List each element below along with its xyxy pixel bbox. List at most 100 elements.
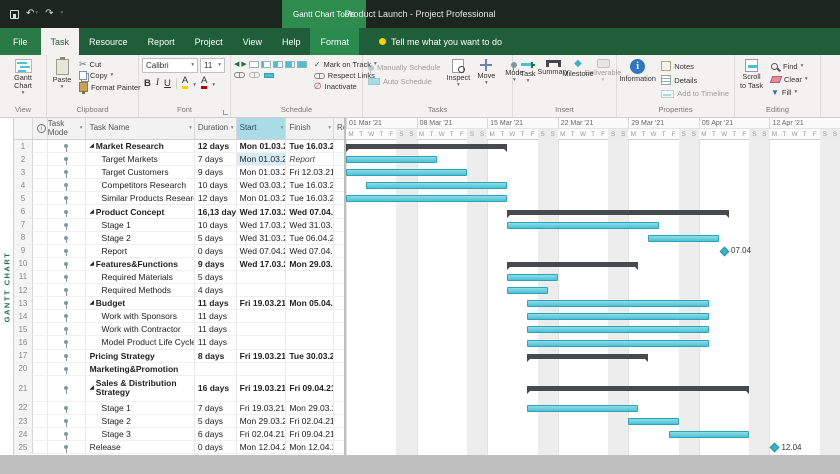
table-row[interactable]: 1◢Market Research12 daysMon 01.03.21Tue … (14, 140, 344, 153)
row-number[interactable]: 7 (14, 219, 33, 232)
resource-cell[interactable] (334, 179, 344, 192)
gantt-bar[interactable] (346, 169, 467, 176)
duration-cell[interactable]: 12 days (195, 192, 237, 205)
task-name-cell[interactable]: Stage 3 (86, 428, 195, 441)
gantt-bar[interactable] (507, 287, 547, 294)
task-name-cell[interactable]: Marketing&Promotion (86, 363, 195, 376)
table-row[interactable]: 8Stage 25 daysWed 31.03.21Tue 06.04.21 (14, 232, 344, 245)
font-size-select[interactable]: 11▾ (200, 58, 225, 73)
task-mode-cell[interactable] (48, 192, 86, 205)
finish-cell[interactable] (286, 323, 334, 336)
column-header-duration[interactable]: Duration▾ (195, 118, 237, 139)
task-mode-cell[interactable] (48, 428, 86, 441)
resource-cell[interactable] (334, 140, 344, 153)
task-name-cell[interactable]: Report (86, 245, 195, 258)
table-row[interactable]: 6◢Product Concept16,13 daysWed 17.03.21W… (14, 205, 344, 218)
tab-task[interactable]: Task (41, 28, 80, 55)
row-number[interactable]: 2 (14, 153, 33, 166)
unlink-tasks-icon[interactable] (249, 72, 260, 78)
table-row[interactable]: 14Work with Sponsors11 days (14, 310, 344, 323)
start-cell[interactable]: Wed 07.04.21 (237, 245, 287, 258)
resource-cell[interactable] (334, 205, 344, 218)
insert-deliverable-button[interactable]: Deliverable▾ (591, 58, 615, 85)
finish-cell[interactable] (286, 310, 334, 323)
expand-triangle-icon[interactable]: ◢ (90, 261, 94, 267)
gantt-bar[interactable] (507, 274, 557, 281)
insert-summary-button[interactable]: Summary (541, 58, 565, 77)
task-mode-cell[interactable] (48, 402, 86, 415)
resource-cell[interactable] (334, 192, 344, 205)
duration-cell[interactable]: 5 days (195, 271, 237, 284)
table-row[interactable]: 7Stage 110 daysWed 17.03.21Wed 31.03.21 (14, 219, 344, 232)
start-cell[interactable]: Mon 01.03.21 (237, 192, 287, 205)
copy-button[interactable]: Copy▾ (77, 70, 143, 81)
start-cell[interactable]: Wed 17.03.21 (237, 258, 287, 271)
duration-cell[interactable]: 10 days (195, 179, 237, 192)
task-name-cell[interactable]: ◢Product Concept (86, 205, 195, 218)
resource-cell[interactable] (334, 323, 344, 336)
finish-cell[interactable]: Tue 16.03.21 (286, 179, 334, 192)
duration-cell[interactable]: 5 days (195, 415, 237, 428)
duration-cell[interactable]: 7 days (195, 402, 237, 415)
row-number[interactable]: 5 (14, 192, 33, 205)
duration-cell[interactable] (195, 363, 237, 376)
summary-bar[interactable] (507, 210, 729, 215)
duration-cell[interactable]: 11 days (195, 297, 237, 310)
percent-complete-100-icon[interactable] (297, 61, 307, 68)
link-tasks-icon[interactable] (234, 72, 245, 78)
finish-cell[interactable] (286, 271, 334, 284)
start-cell[interactable]: Mon 01.03.21 (237, 140, 287, 153)
gantt-bar[interactable] (648, 235, 719, 242)
notes-button[interactable]: Notes (659, 60, 731, 72)
cut-button[interactable]: ✂Cut (77, 59, 143, 70)
column-header-finish[interactable]: Finish▾ (286, 118, 334, 139)
row-number[interactable]: 1 (14, 140, 33, 153)
row-number[interactable]: 12 (14, 284, 33, 297)
table-row[interactable]: 23Stage 25 daysMon 29.03.21Fri 02.04.21 (14, 415, 344, 428)
filter-caret-icon[interactable]: ▾ (281, 126, 284, 132)
resource-cell[interactable] (334, 232, 344, 245)
expand-triangle-icon[interactable]: ◢ (90, 209, 94, 215)
gantt-bar[interactable] (628, 418, 678, 425)
row-number[interactable]: 24 (14, 428, 33, 441)
column-header-task-mode[interactable]: Task Mode▾ (48, 118, 86, 139)
task-name-cell[interactable]: Stage 2 (86, 415, 195, 428)
duration-cell[interactable]: 0 days (195, 245, 237, 258)
tab-resource[interactable]: Resource (79, 28, 138, 55)
resource-cell[interactable] (334, 336, 344, 349)
table-row[interactable]: 22Stage 17 daysFri 19.03.21Mon 29.03.21 (14, 402, 344, 415)
select-all-corner[interactable] (14, 118, 33, 139)
details-button[interactable]: Details (659, 74, 731, 86)
dialog-launcher-icon[interactable] (223, 110, 228, 115)
task-name-cell[interactable]: ◢Features&Functions (86, 258, 195, 271)
table-row[interactable]: 24Stage 36 daysFri 02.04.21Fri 09.04.21 (14, 428, 344, 441)
gantt-bar[interactable] (669, 431, 750, 438)
gantt-bar[interactable] (507, 222, 658, 229)
summary-bar[interactable] (507, 262, 638, 267)
task-mode-cell[interactable] (48, 310, 86, 323)
summary-bar[interactable] (527, 354, 648, 359)
task-name-cell[interactable]: Work with Contractor (86, 323, 195, 336)
duration-cell[interactable]: 8 days (195, 350, 237, 363)
finish-cell[interactable]: Fri 09.04.21 (286, 376, 334, 402)
resource-cell[interactable] (334, 219, 344, 232)
start-cell[interactable]: Wed 03.03.21 (237, 179, 287, 192)
save-icon[interactable] (10, 10, 19, 19)
resource-cell[interactable] (334, 350, 344, 363)
row-number[interactable]: 17 (14, 350, 33, 363)
task-name-cell[interactable]: Required Methods (86, 284, 195, 297)
task-mode-cell[interactable] (48, 297, 86, 310)
task-mode-cell[interactable] (48, 363, 86, 376)
finish-cell[interactable]: Mon 29.03.21 (286, 258, 334, 271)
task-name-cell[interactable]: Stage 1 (86, 219, 195, 232)
percent-complete-75-icon[interactable] (285, 61, 295, 68)
task-mode-cell[interactable] (48, 140, 86, 153)
summary-bar[interactable] (527, 386, 749, 391)
table-row[interactable]: 21◢Sales & Distribution Strategy16 daysF… (14, 376, 344, 402)
task-name-cell[interactable]: Work with Sponsors (86, 310, 195, 323)
insert-task-button[interactable]: Task▾ (516, 58, 540, 86)
resource-cell[interactable] (334, 271, 344, 284)
milestone-diamond[interactable] (719, 246, 729, 256)
gantt-bar[interactable] (346, 156, 437, 163)
row-number[interactable]: 11 (14, 271, 33, 284)
